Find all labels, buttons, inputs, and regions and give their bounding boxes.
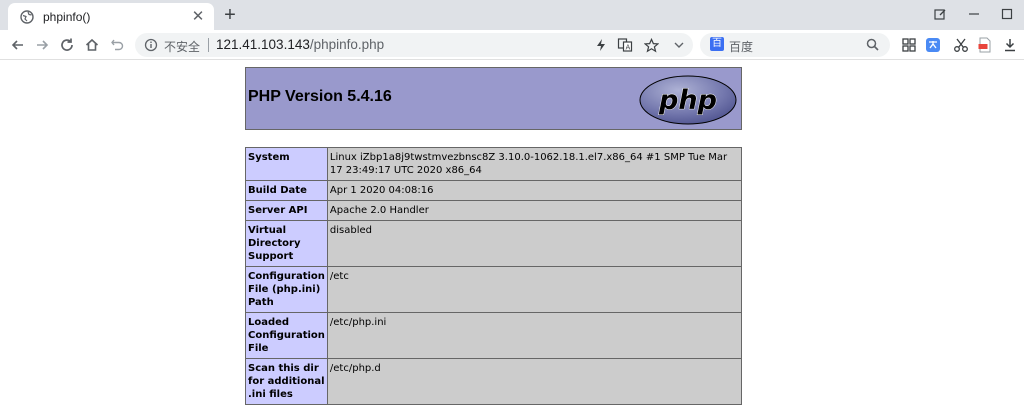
row-label: Build Date [245, 180, 328, 201]
new-tab-button[interactable]: + [220, 5, 240, 25]
table-row: Virtual Directory Support disabled [245, 220, 743, 267]
table-row: Scan this dir for additional .ini files /… [245, 358, 743, 405]
url-text[interactable]: 121.41.103.143/phpinfo.php [216, 37, 384, 52]
row-value: Apache 2.0 Handler [326, 200, 743, 221]
table-row: Server API Apache 2.0 Handler [245, 200, 743, 221]
php-logo[interactable]: php [638, 74, 738, 126]
translate-icon[interactable]: A [617, 37, 633, 53]
table-row: System Linux iZbp1a8j9twstmvezbnsc8Z 3.10… [245, 147, 743, 181]
url-host: 121.41.103.143 [216, 37, 310, 52]
star-icon[interactable] [643, 37, 659, 53]
table-row: Build Date Apr 1 2020 04:08:16 [245, 180, 743, 201]
tab-title: phpinfo() [43, 9, 91, 24]
row-label: Configuration File (php.ini) Path [245, 266, 328, 313]
grid-icon[interactable] [901, 37, 917, 53]
scissors-icon[interactable] [953, 37, 969, 53]
row-label: Scan this dir for additional .ini files [245, 358, 328, 405]
table-row: Loaded Configuration File/etc/php.ini [245, 312, 743, 359]
translate-ext-icon[interactable] [925, 37, 941, 53]
page-title: PHP Version 5.4.16 [248, 88, 392, 105]
php-info-table: System Linux iZbp1a8j9twstmvezbnsc8Z 3.10… [245, 147, 743, 405]
page-content: PHP Version 5.4.16 php System Linux iZbp1… [0, 61, 1024, 405]
row-label: Loaded Configuration File [245, 312, 328, 359]
download-icon[interactable] [1002, 37, 1018, 53]
browser-toolbar: 不安全 121.41.103.143/phpinfo.php A 百 百度 [0, 30, 1024, 60]
row-value: /etc [326, 266, 743, 313]
browser-tab[interactable]: phpinfo() ✕ [8, 3, 214, 30]
svg-text:A: A [626, 44, 631, 52]
row-label: System [245, 147, 328, 181]
pdf-icon[interactable] [977, 37, 993, 53]
row-label: Server API [245, 200, 328, 221]
row-value: Linux iZbp1a8j9twstmvezbnsc8Z 3.10.0-106… [326, 147, 743, 181]
chevron-down-icon[interactable] [671, 37, 687, 53]
reload-icon[interactable] [57, 35, 77, 55]
row-value: /etc/php.d [326, 358, 743, 405]
tab-strip: phpinfo() ✕ + [0, 0, 1024, 30]
svg-text:php: php [658, 85, 717, 116]
home-icon[interactable] [82, 35, 102, 55]
search-placeholder: 百度 [729, 40, 754, 54]
row-value: disabled [326, 220, 743, 267]
url-path: /phpinfo.php [309, 37, 385, 52]
globe-icon [20, 9, 34, 24]
forward-icon[interactable] [32, 35, 52, 55]
lightning-icon[interactable] [593, 37, 609, 53]
baidu-icon: 百 [710, 37, 724, 51]
omnibox-divider [208, 38, 209, 52]
insecure-label: 不安全 [164, 40, 201, 54]
edit-icon[interactable] [928, 4, 952, 24]
address-bar[interactable]: 不安全 121.41.103.143/phpinfo.php A [135, 33, 693, 57]
back-icon[interactable] [8, 35, 28, 55]
undo-icon[interactable] [107, 35, 127, 55]
maximize-icon[interactable] [995, 4, 1019, 24]
row-label: Virtual Directory Support [245, 220, 328, 267]
info-icon[interactable] [144, 38, 158, 52]
search-icon[interactable] [865, 37, 881, 53]
php-version-header: PHP Version 5.4.16 php [245, 67, 742, 130]
search-box[interactable]: 百 百度 [700, 33, 890, 57]
row-value: /etc/php.ini [326, 312, 743, 359]
row-value: Apr 1 2020 04:08:16 [326, 180, 743, 201]
table-row: Configuration File (php.ini) Path/etc [245, 266, 743, 313]
minimize-icon[interactable] [962, 4, 986, 24]
close-icon[interactable]: ✕ [190, 8, 206, 25]
